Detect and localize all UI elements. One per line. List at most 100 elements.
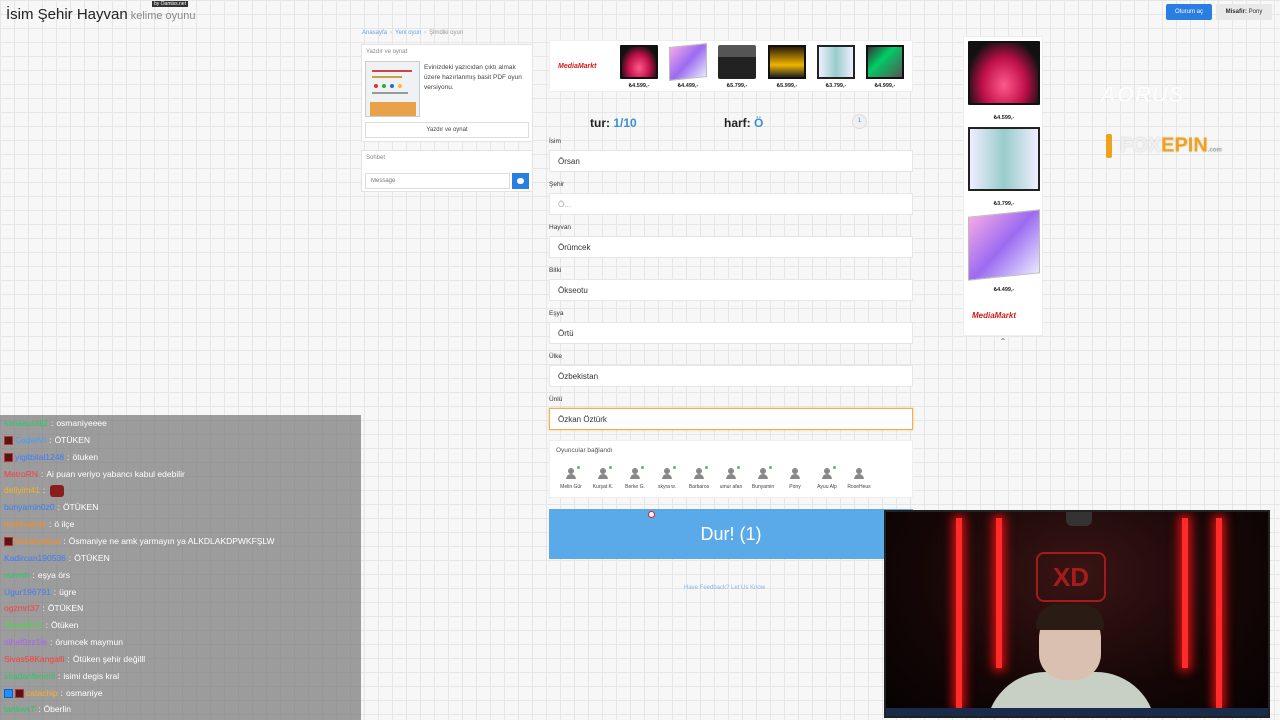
feedback-link[interactable]: Have Feedback? Let Us Know	[684, 585, 765, 591]
chat-message: mehmetrkv: ö ilçe	[4, 519, 75, 530]
chat-username[interactable]: yigitbilal1248	[15, 452, 64, 462]
ad-item[interactable]: ₺5.799,-	[714, 45, 760, 93]
field-label-celebrity: Ünlü	[549, 396, 563, 403]
round-indicator: tur: 1/10	[590, 116, 637, 130]
ad-price: ₺3.799,-	[993, 201, 1015, 207]
name-input[interactable]	[549, 150, 913, 172]
ad-item[interactable]: ₺4.499,-	[968, 209, 1040, 295]
chat-panel-title: Sohbet	[366, 155, 386, 161]
breadcrumb-home[interactable]: Anasayfa	[362, 30, 387, 36]
player-item[interactable]: umur afan	[716, 465, 746, 495]
chat-username[interactable]: siradanfenerli	[4, 671, 55, 681]
online-status-icon	[769, 466, 772, 469]
badge-icon	[4, 688, 13, 698]
player-item[interactable]: Melin Gür	[556, 465, 586, 495]
print-preview-image[interactable]	[365, 61, 420, 117]
player-item[interactable]: Ayuu Alp	[812, 465, 842, 495]
chat-message: CoderVI: ÖTÜKEN	[4, 432, 90, 448]
ad-banner-top[interactable]: MediaMarkt ₺4.599,- ₺4.499,- ₺5.799,- ₺5…	[549, 40, 913, 92]
ad-item[interactable]: ₺3.799,-	[813, 45, 859, 93]
chat-message-input[interactable]	[365, 173, 510, 189]
ad-item[interactable]: ₺3.799,-	[968, 127, 1040, 209]
chat-username[interactable]: CoderVI	[15, 435, 46, 445]
chat-send-button[interactable]	[512, 173, 529, 189]
chat-text: Ötüken şehir değilll	[72, 653, 146, 664]
round-counter-badge: 1	[852, 114, 867, 129]
chat-username[interactable]: furkanderan	[15, 536, 60, 546]
breadcrumb: Anasayfa › Yeni oyun › Şimdiki oyun	[362, 30, 464, 36]
chat-message: ogzmrt37: ÖTÜKEN	[4, 603, 84, 614]
city-input[interactable]	[549, 193, 913, 215]
chat-message: Ugur196791: ügre	[4, 586, 77, 597]
chat-panel: Sohbet	[361, 150, 533, 192]
user-icon	[597, 467, 609, 479]
player-item[interactable]: Bunyamin	[748, 465, 778, 495]
player-item[interactable]: skyra w.	[652, 465, 682, 495]
ad-price: ₺5.799,-	[726, 83, 748, 89]
chat-username[interactable]: bunyamin0z0	[4, 502, 55, 512]
aorus-watermark: AORUS	[1100, 82, 1185, 107]
chat-username[interactable]: sanaauralj2	[4, 418, 48, 428]
players-title: Oyuncular bağlandı	[556, 447, 613, 454]
user-icon	[693, 467, 705, 479]
monitor-icon	[620, 45, 658, 79]
foxepin-watermark: FOXEPIN.com	[1106, 134, 1222, 158]
chat-text: osmaniye	[66, 687, 103, 698]
country-input[interactable]	[549, 365, 913, 387]
breadcrumb-new-game[interactable]: Yeni oyun	[395, 30, 421, 36]
item-input[interactable]	[549, 322, 913, 344]
stop-button[interactable]: Dur! (1)	[549, 509, 913, 559]
monitor-icon	[768, 45, 806, 79]
chat-username[interactable]: Toprakk11	[4, 620, 43, 630]
chat-username[interactable]: ogzmrt37	[4, 603, 39, 613]
chat-username[interactable]: Sivas58Kangalli	[4, 654, 64, 664]
chat-username[interactable]: mehmetrkv	[4, 519, 46, 529]
chat-text: ÖTÜKEN	[74, 552, 110, 563]
chat-username[interactable]: rsemih	[4, 570, 30, 580]
chat-username[interactable]: catachip	[26, 688, 58, 698]
player-name: RoseHeus	[847, 484, 871, 490]
plant-input[interactable]	[549, 279, 913, 301]
player-item[interactable]: Pony	[780, 465, 810, 495]
guest-label: Misafir:	[1225, 9, 1247, 15]
chevron-up-icon[interactable]: ⌃	[994, 337, 1012, 347]
by-badge: by Oamiss.net	[152, 1, 188, 7]
ad-item[interactable]: ₺4.599,-	[968, 41, 1040, 123]
chat-username[interactable]: MetroRN	[4, 469, 38, 479]
user-icon	[661, 467, 673, 479]
login-button[interactable]: Oturum aç	[1166, 4, 1212, 20]
guest-user[interactable]: Misafir: Pony	[1216, 4, 1272, 20]
animal-input[interactable]	[549, 236, 913, 258]
ad-banner-side[interactable]: ₺4.599,- ₺3.799,- ₺4.499,- MediaMarkt	[963, 36, 1043, 336]
player-item[interactable]: Kurşat K.	[588, 465, 618, 495]
app-subtitle: kelime oyunu	[130, 10, 196, 22]
chat-username[interactable]: Ugur196791	[4, 587, 51, 597]
app-title[interactable]: İsim Şehir Hayvan kelime oyunu	[6, 6, 196, 23]
ad-item[interactable]: ₺4.599,-	[616, 45, 662, 93]
chat-message: rsemih: eşya örs	[4, 569, 71, 580]
ad-item[interactable]: ₺4.499,-	[665, 43, 711, 93]
celebrity-input[interactable]	[549, 408, 913, 430]
chat-username[interactable]: nihat0zz1ie	[4, 637, 47, 647]
chat-username[interactable]: Kadircan190536	[4, 553, 66, 563]
chat-message: furkanderan: Ösmaniye ne amk yarmayın ya …	[4, 533, 275, 549]
ad-item[interactable]: ₺4.999,-	[862, 45, 908, 93]
letter-value: Ö	[754, 116, 764, 130]
chat-text: eşya örs	[37, 569, 71, 580]
user-icon	[757, 467, 769, 479]
player-item[interactable]: Berke G.	[620, 465, 650, 495]
chat-username[interactable]: deliyim41	[4, 485, 40, 495]
chat-message: Toprakk11: Ötüken	[4, 620, 79, 631]
ad-price: ₺4.499,-	[993, 287, 1015, 293]
monitor-icon	[817, 45, 855, 79]
ad-price: ₺4.499,-	[677, 83, 699, 89]
chat-username[interactable]: tankws7	[4, 704, 35, 714]
ad-item[interactable]: ₺5.999,-	[764, 45, 810, 93]
print-and-play-button[interactable]: Yazdır ve oynat	[365, 122, 529, 138]
chat-message: MetroRN: Ai puan veriyo yabancı kabul ede…	[4, 468, 185, 479]
ad-price: ₺4.599,-	[993, 115, 1015, 121]
ad-price: ₺5.999,-	[776, 83, 798, 89]
player-item[interactable]: RoseHeus	[844, 465, 874, 495]
guest-name: Pony	[1248, 9, 1263, 15]
player-item[interactable]: Barbaros	[684, 465, 714, 495]
